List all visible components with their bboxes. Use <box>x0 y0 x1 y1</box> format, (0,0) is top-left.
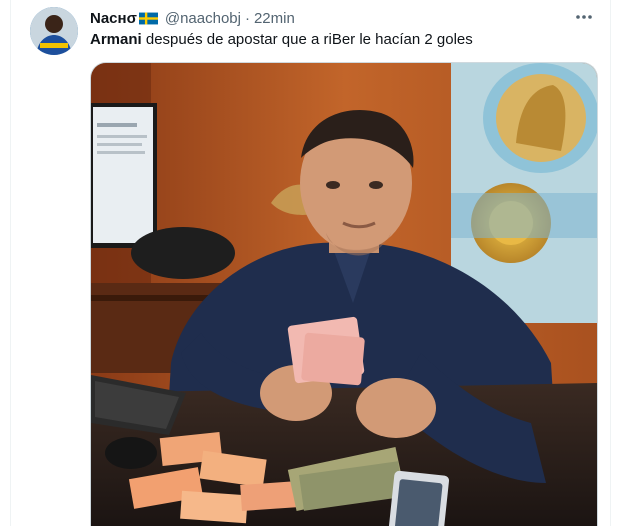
tweet-card[interactable]: Nacнσ @naachobj · 22min Armani después d… <box>10 0 611 526</box>
timestamp[interactable]: 22min <box>254 10 295 27</box>
tweet-media-image[interactable] <box>90 62 598 526</box>
tweet-header: Nacнσ @naachobj · 22min <box>90 8 295 28</box>
more-options-icon[interactable] <box>574 9 594 25</box>
tweet-text-bold: Armani <box>90 31 142 48</box>
tweet-text-rest: después de apostar que a riBer le hacían… <box>141 31 473 48</box>
user-handle[interactable]: @naachobj <box>165 10 241 27</box>
sweden-flag-icon <box>138 12 158 24</box>
tweet-text: Armani después de apostar que a riBer le… <box>90 30 473 50</box>
avatar-image <box>30 7 78 55</box>
photo-man-counting-money <box>91 63 597 526</box>
separator-dot: · <box>244 9 250 27</box>
avatar[interactable] <box>30 7 78 55</box>
display-name[interactable]: Nacнσ <box>90 10 137 27</box>
